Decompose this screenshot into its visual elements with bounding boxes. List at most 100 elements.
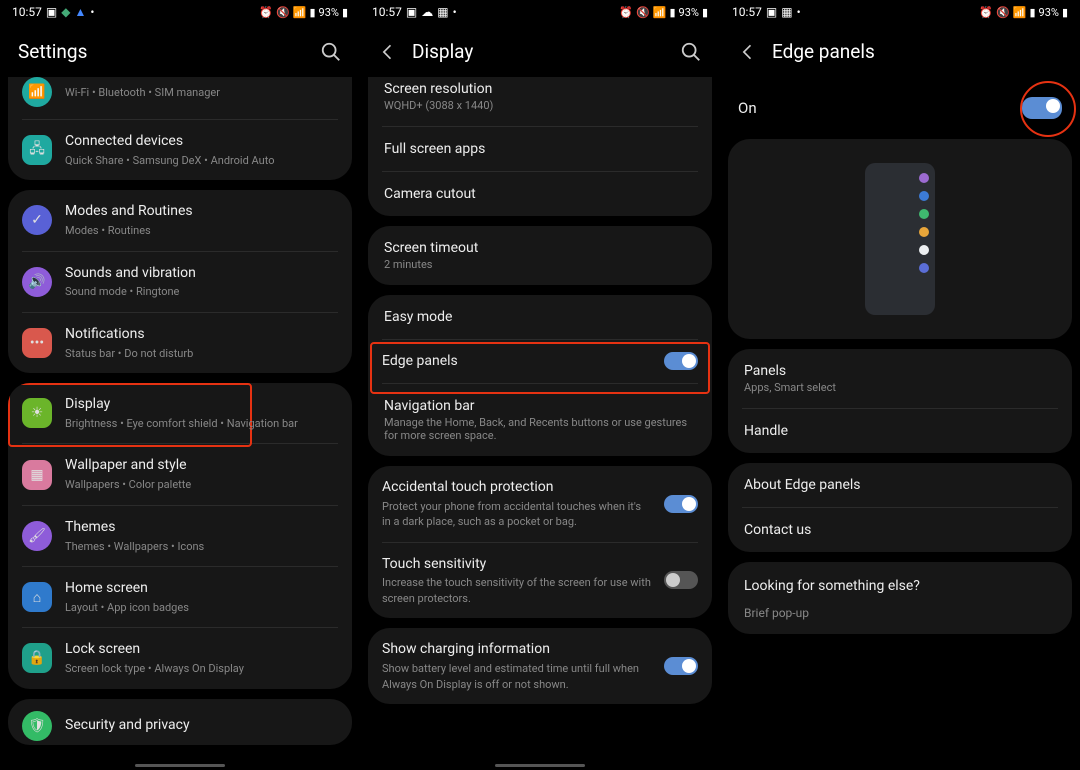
row-themes[interactable]: 🖌 Themes Themes • Wallpapers • Icons [8,506,352,566]
row-title: Accidental touch protection [382,478,651,497]
row-wallpaper[interactable]: ▦ Wallpaper and style Wallpapers • Color… [8,444,352,504]
row-charging-info[interactable]: Show charging information Show battery l… [368,628,712,704]
battery-percent: 93% [679,6,699,19]
row-title: About Edge panels [744,477,1056,493]
row-touch-sensitivity[interactable]: Touch sensitivity Increase the touch sen… [368,543,712,619]
preview-dot [919,245,929,255]
row-accidental-touch[interactable]: Accidental touch protection Protect your… [368,466,712,542]
toggle-touch-sensitivity[interactable] [664,571,698,589]
panel-edge-panels: 10:57 ▣ ▦ • ⏰ 🔇 📶 ▮ 93% ▮ Edge panels On [720,0,1080,770]
more-icon: • [453,5,457,19]
search-icon[interactable] [680,41,702,63]
row-connections[interactable]: 📶 Wi-Fi • Bluetooth • SIM manager [8,77,352,119]
row-sub: Layout • App icon badges [65,600,338,615]
scroll-handle[interactable] [135,764,225,767]
status-time: 10:57 [372,5,402,19]
search-icon[interactable] [320,41,342,63]
master-toggle-row[interactable]: On [720,77,1080,139]
more-icon: • [90,5,94,19]
mute-icon: 🔇 [996,6,1010,19]
row-title: Connected devices [65,132,338,151]
row-connected-devices[interactable]: 🖧 Connected devices Quick Share • Samsun… [8,120,352,180]
battery-icon: ▮ [342,6,348,19]
back-icon[interactable] [378,42,398,62]
row-title: Themes [65,518,338,537]
cloud-icon: ☁ [421,5,433,19]
lock-icon: 🔒 [22,643,52,673]
row-title: Home screen [65,579,338,598]
row-link: Brief pop-up [744,606,1056,620]
row-about[interactable]: About Edge panels [728,463,1072,507]
page-title: Display [412,40,473,63]
row-lockscreen[interactable]: 🔒 Lock screen Screen lock type • Always … [8,628,352,688]
app-icon: ◆ [61,5,70,19]
status-time: 10:57 [12,5,42,19]
row-sub: Brightness • Eye comfort shield • Naviga… [65,416,338,431]
preview-dot [919,263,929,273]
row-edge-panels[interactable]: Edge panels [368,340,712,383]
header: Settings [0,24,360,77]
looking-title: Looking for something else? [728,562,1072,604]
wallpaper-icon: ▦ [22,460,52,490]
row-title: Lock screen [65,640,338,659]
row-title: Wallpaper and style [65,456,338,475]
edge-panel-preview [728,139,1072,339]
row-security[interactable]: 🛡 Security and privacy [8,699,352,745]
app-icon: ▦ [437,5,448,19]
toggle-edge-panels[interactable] [664,352,698,370]
status-bar: 10:57 ▣ ◆ ▲ • ⏰ 🔇 📶 ▮ 93% ▮ [0,0,360,24]
panel-settings: 10:57 ▣ ◆ ▲ • ⏰ 🔇 📶 ▮ 93% ▮ Settings 📶 [0,0,360,770]
row-title: Notifications [65,325,338,344]
row-handle[interactable]: Handle [728,409,1072,453]
toggle-charging-info[interactable] [664,657,698,675]
row-title: Camera cutout [384,186,696,202]
page-title: Settings [18,40,87,63]
preview-dot [919,173,929,183]
row-homescreen[interactable]: ⌂ Home screen Layout • App icon badges [8,567,352,627]
row-camera-cutout[interactable]: Camera cutout [368,172,712,216]
status-bar: 10:57 ▣ ☁ ▦ • ⏰ 🔇 📶 ▮ 93% ▮ [360,0,720,24]
preview-dot [919,209,929,219]
row-brief-popup[interactable]: Brief pop-up [728,606,1072,634]
toggle-accidental-touch[interactable] [664,495,698,513]
row-sub: Wi-Fi • Bluetooth • SIM manager [65,85,338,100]
row-sub: Screen lock type • Always On Display [65,661,338,676]
row-sub: Increase the touch sensitivity of the sc… [382,575,651,606]
row-modes[interactable]: ✓ Modes and Routines Modes • Routines [8,190,352,250]
more-icon: • [797,5,801,19]
app-icon: ▦ [781,5,792,19]
mute-icon: 🔇 [276,6,290,19]
row-sub: Manage the Home, Back, and Recents butto… [384,416,696,442]
row-easy-mode[interactable]: Easy mode [368,295,712,339]
app-icon-2: ▲ [74,5,86,19]
gallery-icon: ▣ [46,5,57,19]
back-icon[interactable] [738,42,758,62]
row-sub: Wallpapers • Color palette [65,477,338,492]
row-screen-timeout[interactable]: Screen timeout 2 minutes [368,226,712,285]
alarm-icon: ⏰ [979,6,993,19]
row-sub: Themes • Wallpapers • Icons [65,539,338,554]
row-sounds[interactable]: 🔊 Sounds and vibration Sound mode • Ring… [8,252,352,312]
wifi-icon: 📶 [293,6,307,19]
row-navigation-bar[interactable]: Navigation bar Manage the Home, Back, an… [368,384,712,456]
toggle-edge-panels-master[interactable] [1022,97,1062,119]
row-sub: Status bar • Do not disturb [65,346,338,361]
panel-display: 10:57 ▣ ☁ ▦ • ⏰ 🔇 📶 ▮ 93% ▮ Display [360,0,720,770]
row-display[interactable]: ☀ Display Brightness • Eye comfort shiel… [8,383,352,443]
row-panels[interactable]: Panels Apps, Smart select [728,349,1072,408]
home-icon: ⌂ [22,582,52,612]
bell-icon: ••• [22,328,52,358]
row-title: Screen resolution [384,81,696,97]
scroll-handle[interactable] [495,764,585,767]
row-notifications[interactable]: ••• Notifications Status bar • Do not di… [8,313,352,373]
wifi-icon: 📶 [22,77,52,107]
row-sub: Sound mode • Ringtone [65,284,338,299]
status-bar: 10:57 ▣ ▦ • ⏰ 🔇 📶 ▮ 93% ▮ [720,0,1080,24]
row-fullscreen-apps[interactable]: Full screen apps [368,127,712,171]
header: Display [360,24,720,77]
wifi-icon: 📶 [653,6,667,19]
row-sub: Show battery level and estimated time un… [382,661,651,692]
row-resolution[interactable]: Screen resolution WQHD+ (3088 x 1440) [368,77,712,126]
battery-icon: ▮ [702,6,708,19]
row-contact[interactable]: Contact us [728,508,1072,552]
